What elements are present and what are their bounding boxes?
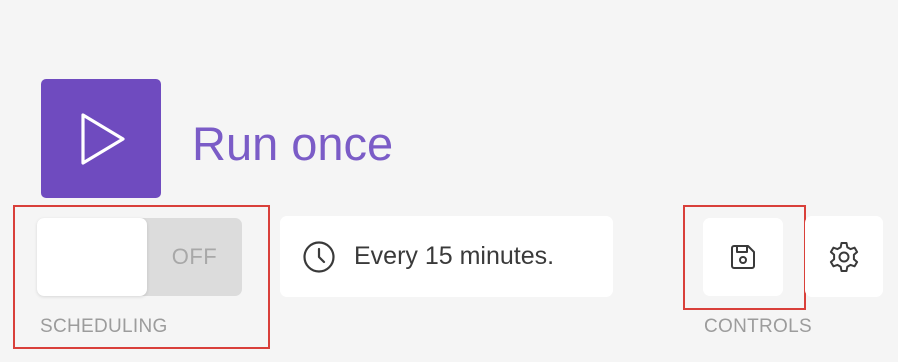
schedule-interval-text: Every 15 minutes. bbox=[354, 242, 555, 270]
toggle-state-label: OFF bbox=[171, 244, 218, 269]
save-button[interactable] bbox=[703, 218, 783, 296]
scheduling-caption: SCHEDULING bbox=[40, 316, 168, 337]
scheduling-toggle[interactable]: OFF bbox=[37, 218, 242, 296]
settings-button[interactable] bbox=[805, 216, 883, 297]
controls-caption: CONTROLS bbox=[704, 316, 812, 337]
schedule-interval-button[interactable]: Every 15 minutes. bbox=[280, 216, 613, 297]
run-once-button[interactable] bbox=[41, 79, 161, 198]
play-icon bbox=[81, 112, 125, 165]
gear-icon bbox=[829, 241, 859, 272]
toggle-knob bbox=[37, 218, 147, 296]
clock-icon bbox=[302, 240, 336, 274]
floppy-disk-icon bbox=[731, 245, 755, 269]
run-once-label[interactable]: Run once bbox=[192, 116, 393, 172]
